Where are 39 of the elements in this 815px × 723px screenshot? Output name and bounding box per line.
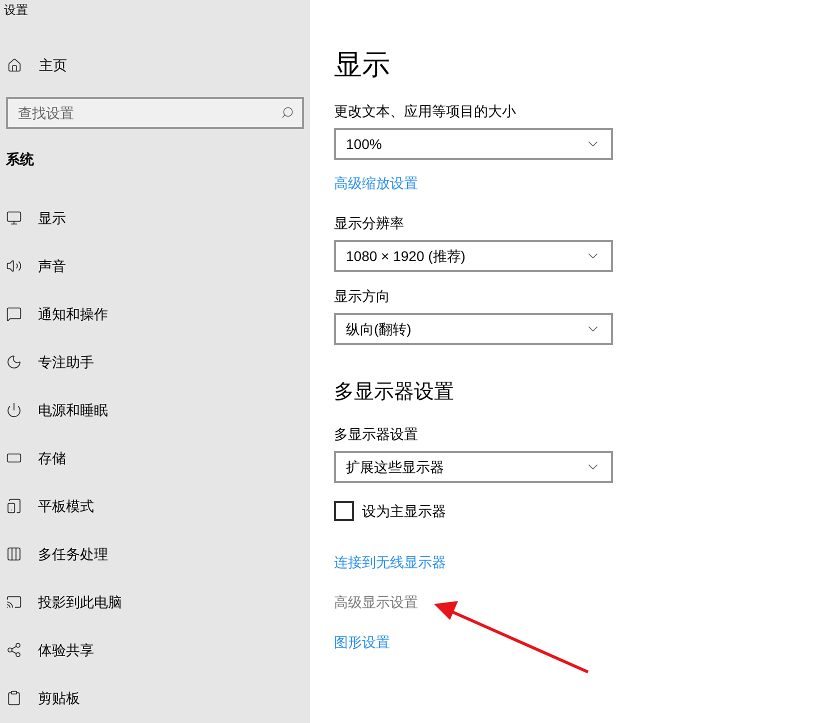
dropdown[interactable]: 纵向(翻转) — [334, 313, 613, 345]
nav-item[interactable]: 电源和睡眠 — [0, 386, 310, 434]
dropdown[interactable]: 扩展这些显示器 — [334, 451, 613, 483]
setting-label: 显示分辨率 — [334, 214, 404, 233]
speaker-icon — [6, 258, 22, 274]
moon-icon — [6, 354, 22, 370]
search-icon — [281, 106, 294, 119]
window-title: 设置 — [3, 2, 29, 19]
cast-icon — [6, 594, 22, 610]
nav-item[interactable]: 平板模式 — [0, 482, 310, 530]
setting-label: 显示方向 — [334, 287, 390, 306]
nav-item[interactable]: 通知和操作 — [0, 290, 310, 338]
nav-item[interactable]: 声音 — [0, 242, 310, 290]
dropdown[interactable]: 100% — [334, 128, 613, 160]
monitor-icon — [6, 210, 22, 226]
tablet-icon — [6, 498, 22, 514]
clipboard-icon — [6, 690, 22, 706]
columns-icon — [6, 546, 22, 562]
nav-item[interactable]: 显示 — [0, 194, 310, 242]
home-link[interactable]: 主页 — [39, 54, 67, 76]
dropdown[interactable]: 1080 × 1920 (推荐) — [334, 240, 613, 272]
nav-item[interactable]: 投影到此电脑 — [0, 578, 310, 626]
section-title: 系统 — [5, 150, 35, 169]
nav-item[interactable]: 专注助手 — [0, 338, 310, 386]
nav-item[interactable]: 多任务处理 — [0, 530, 310, 578]
page-title: 显示 — [334, 48, 390, 82]
section-heading: 多显示器设置 — [334, 380, 454, 405]
setting-label: 多显示器设置 — [334, 425, 418, 444]
checkbox[interactable] — [334, 501, 354, 521]
nav-item[interactable]: 存储 — [0, 434, 310, 482]
nav-item[interactable]: 剪贴板 — [0, 674, 310, 722]
home-icon — [7, 58, 22, 72]
speech-bubble-icon — [6, 306, 22, 322]
power-icon — [6, 402, 22, 418]
checkbox-label: 设为主显示器 — [362, 502, 446, 521]
search-field[interactable]: 查找设置 — [6, 97, 304, 129]
nav-item[interactable]: 体验共享 — [0, 626, 310, 674]
setting-label: 更改文本、应用等项目的大小 — [334, 102, 516, 121]
share-icon — [6, 642, 22, 658]
